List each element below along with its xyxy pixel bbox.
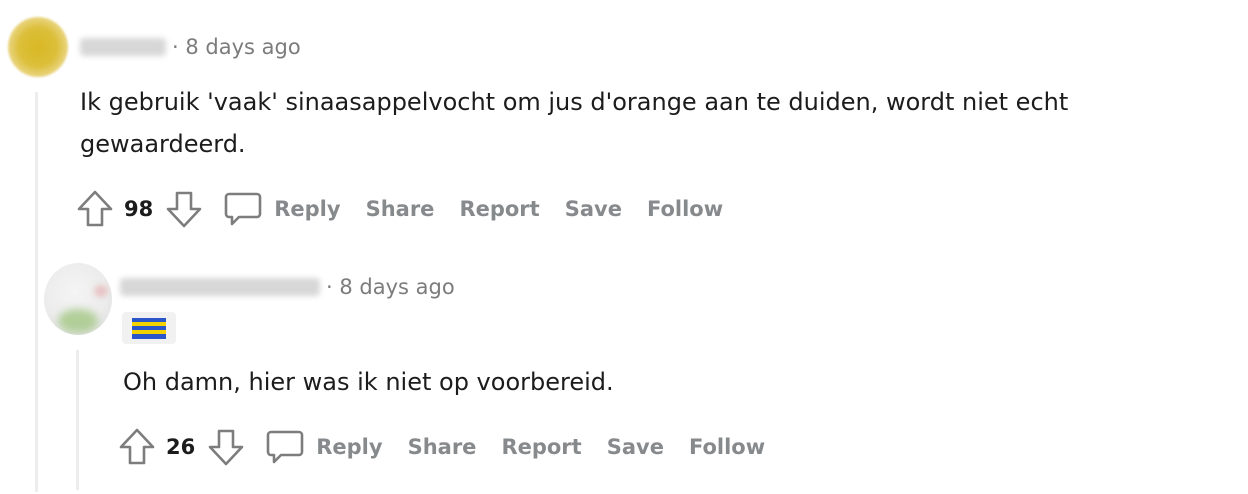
timestamp[interactable]: 8 days ago	[185, 35, 300, 59]
save-button[interactable]: Save	[607, 435, 664, 459]
comment-icon[interactable]	[265, 427, 305, 467]
vote-score: 98	[124, 197, 154, 221]
comment-body: Oh damn, hier was ik niet op voorbereid.	[123, 368, 614, 396]
reply-button[interactable]: Reply	[316, 435, 382, 459]
meta-separator: ·	[326, 275, 333, 299]
username-redacted[interactable]	[80, 38, 166, 56]
comment-actions: 98 Reply Share Report Save Follow	[76, 187, 723, 231]
avatar[interactable]	[44, 263, 112, 335]
comment-meta: · 8 days ago	[172, 35, 301, 59]
reply-button[interactable]: Reply	[274, 197, 340, 221]
upvote-icon[interactable]	[76, 189, 114, 229]
comment-actions: 26 Reply Share Report Save Follow	[118, 425, 765, 469]
vote-score: 26	[166, 435, 196, 459]
downvote-icon[interactable]	[165, 189, 203, 229]
user-flair	[122, 312, 176, 344]
upvote-icon[interactable]	[118, 427, 156, 467]
follow-button[interactable]: Follow	[689, 435, 765, 459]
follow-button[interactable]: Follow	[647, 197, 723, 221]
comment-body: Ik gebruik 'vaak' sinaasappelvocht om ju…	[80, 88, 1069, 158]
flag-icon	[132, 317, 166, 339]
timestamp[interactable]: 8 days ago	[339, 275, 454, 299]
share-button[interactable]: Share	[366, 197, 435, 221]
comment-meta: · 8 days ago	[326, 275, 455, 299]
report-button[interactable]: Report	[459, 197, 539, 221]
save-button[interactable]: Save	[565, 197, 622, 221]
avatar[interactable]	[8, 17, 68, 77]
thread-line[interactable]	[35, 92, 38, 492]
downvote-icon[interactable]	[207, 427, 245, 467]
share-button[interactable]: Share	[408, 435, 477, 459]
thread-line[interactable]	[76, 350, 79, 490]
username-redacted[interactable]	[120, 278, 320, 296]
comment-icon[interactable]	[223, 189, 263, 229]
report-button[interactable]: Report	[501, 435, 581, 459]
meta-separator: ·	[172, 35, 179, 59]
